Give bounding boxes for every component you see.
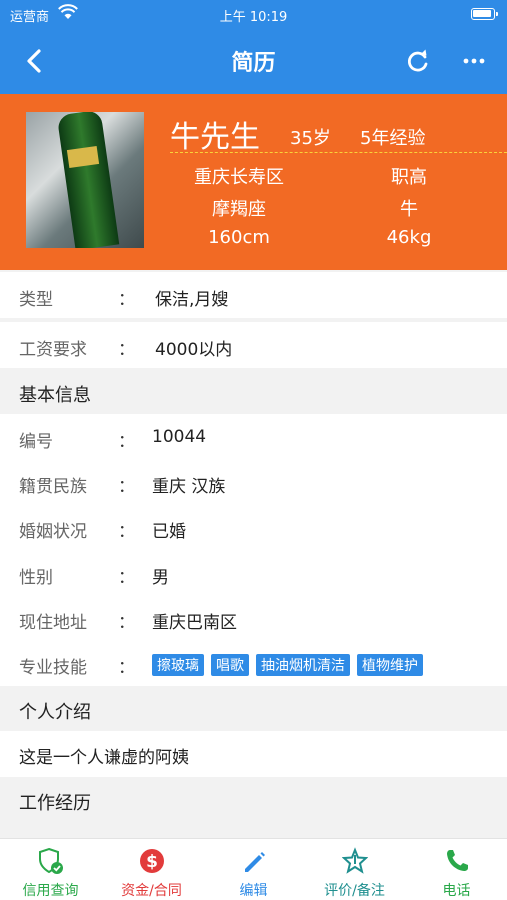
photo-bottle-shape [56,112,120,248]
field-label: 编号 [19,432,53,452]
refresh-icon[interactable] [403,46,433,76]
shield-check-icon [39,847,63,874]
profile-weight: 46kg [386,227,432,248]
profile-height: 160cm [208,227,270,248]
salary-label: 工资要求 [19,340,87,360]
profile-age: 35岁 [290,128,331,149]
field-value: 10044 [152,427,207,447]
skills-tags: 擦玻璃 唱歌 抽油烟机清洁 植物维护 [152,654,430,676]
field-value: 重庆 汉族 [152,477,226,497]
field-value: 男 [152,568,169,588]
tab-phone[interactable]: 电话 [406,839,507,900]
profile-header: 牛先生 35岁 5年经验 重庆长寿区 职高 摩羯座 牛 160cm 46kg [0,94,507,270]
type-row: 类型 ： 保洁,月嫂 [0,272,507,318]
profile-zodiac: 牛 [400,199,418,220]
colon: ： [118,477,135,497]
skill-tag: 抽油烟机清洁 [256,654,350,676]
nav-bar: 简历 [0,28,507,94]
intro-text: 这是一个人谦虚的阿姨 [19,748,189,768]
section-work-history: 工作经历 [0,777,507,838]
field-label: 性别 [19,568,53,588]
intro-text-row: 这是一个人谦虚的阿姨 [0,731,507,777]
phone-icon [447,850,468,871]
field-value: 已婚 [152,522,186,542]
tab-label: 资金/合同 [121,883,182,899]
battery-icon [471,8,498,20]
section-heading: 基本信息 [19,385,91,406]
skill-tag: 植物维护 [357,654,423,676]
salary-row: 工资要求 ： 4000以内 [0,322,507,368]
colon: ： [118,568,135,588]
colon: ： [118,340,135,360]
svg-text:$: $ [146,852,158,872]
profile-location: 重庆长寿区 [194,167,284,188]
bottom-toolbar: 信用查询 $ 资金/合同 编辑 评价/备注 电话 [0,838,507,900]
profile-photo[interactable] [26,112,144,248]
salary-value: 4000以内 [155,340,233,360]
colon: ： [118,432,135,452]
tab-funds-contract[interactable]: $ 资金/合同 [101,839,202,900]
tab-label: 电话 [442,883,471,899]
tab-edit[interactable]: 编辑 [203,839,304,900]
dollar-circle-icon: $ [140,849,164,873]
tab-label: 信用查询 [22,883,79,899]
tab-label: 评价/备注 [324,883,385,899]
colon: ： [118,522,135,542]
field-label: 婚姻状况 [19,522,87,542]
profile-experience: 5年经验 [360,128,426,149]
pencil-icon [245,852,265,872]
more-icon[interactable] [459,46,489,76]
section-heading: 工作经历 [19,793,91,814]
field-label: 籍贯民族 [19,477,87,497]
colon: ： [118,613,135,633]
type-value: 保洁,月嫂 [155,290,229,310]
type-label: 类型 [19,290,53,310]
profile-education: 职高 [391,167,427,188]
field-value: 重庆巴南区 [152,613,237,633]
clock: 上午 10:19 [219,10,288,25]
tab-credit-check[interactable]: 信用查询 [0,839,101,900]
basic-info-list: 编号 ： 10044 籍贯民族 ： 重庆 汉族 婚姻状况 ： 已婚 性别 ： 男… [0,414,507,686]
profile-name: 牛先生 [170,120,260,155]
skills-label: 专业技能 [19,658,87,678]
tab-label: 编辑 [239,883,268,899]
colon: ： [118,290,135,310]
profile-constellation: 摩羯座 [212,199,266,220]
skill-tag: 唱歌 [211,654,249,676]
skill-tag: 擦玻璃 [152,654,204,676]
star-icon [342,847,368,874]
section-heading: 个人介绍 [19,702,91,723]
section-intro: 个人介绍 [0,686,507,731]
status-bar: 运营商 上午 10:19 [0,0,507,28]
field-label: 现住地址 [19,613,87,633]
colon: ： [118,658,135,678]
divider [170,152,507,153]
tab-review-notes[interactable]: 评价/备注 [304,839,405,900]
section-basic-info: 基本信息 [0,369,507,414]
